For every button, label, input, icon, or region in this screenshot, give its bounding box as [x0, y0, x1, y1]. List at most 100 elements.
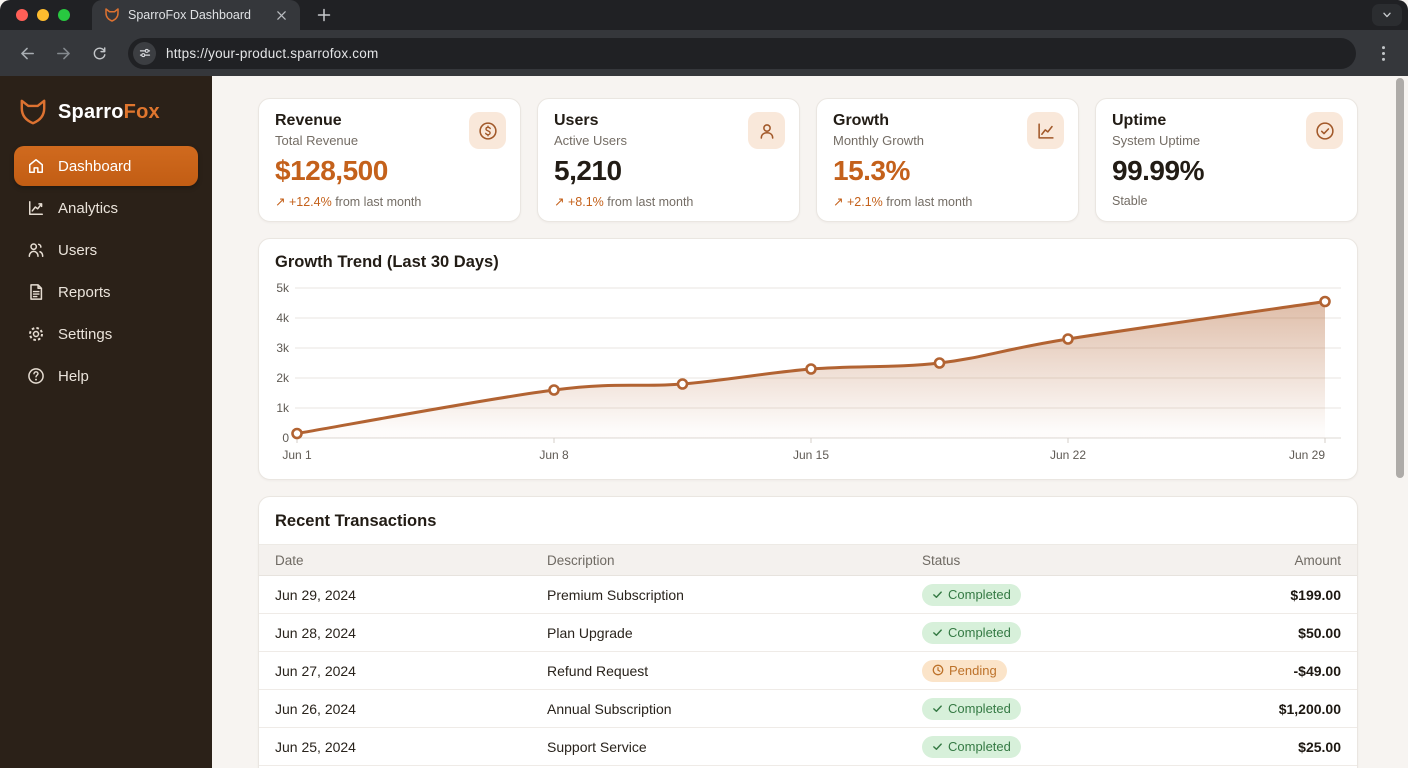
- back-button[interactable]: [12, 38, 42, 68]
- minimize-window-button[interactable]: [37, 9, 49, 21]
- sidebar-item-reports[interactable]: Reports: [14, 272, 198, 312]
- brand-name: SparroFox: [58, 100, 160, 123]
- page-scrollbar-track[interactable]: [1395, 78, 1405, 766]
- stat-value: 15.3%: [833, 155, 910, 186]
- site-settings-icon[interactable]: [133, 41, 156, 65]
- transaction-date: Jun 27, 2024: [275, 662, 356, 679]
- app-content: SparroFox Dashboard Analytics Users Reports…: [0, 76, 1408, 768]
- transaction-date: Jun 26, 2024: [275, 700, 356, 717]
- close-window-button[interactable]: [16, 9, 28, 21]
- table-row: Jun 27, 2024 Refund Request Pending -$49…: [259, 652, 1357, 690]
- stat-card-revenue: Revenue Total Revenue $128,500 ↗ +12.4% …: [258, 98, 521, 222]
- trend-up-arrow-icon: ↗: [833, 195, 844, 209]
- transaction-description: Refund Request: [547, 662, 649, 679]
- chart-data-point: [1062, 333, 1074, 345]
- column-header-status: Status: [922, 552, 961, 568]
- tab-close-icon[interactable]: [272, 6, 290, 24]
- dollar-circle-icon: [469, 112, 506, 149]
- chart-data-point: [1319, 295, 1331, 308]
- growth-trend-card: Growth Trend (Last 30 Days) 0 1k 2k 3k 4k 5k J…: [258, 238, 1358, 480]
- fox-icon: [18, 98, 48, 126]
- check-circle-icon: [1306, 112, 1343, 149]
- transaction-description: Annual Subscription: [547, 700, 672, 717]
- reload-button[interactable]: [84, 38, 114, 68]
- status-badge: Pending: [922, 659, 1007, 682]
- chart-data-point: [933, 357, 946, 369]
- zoom-window-button[interactable]: [58, 9, 70, 21]
- transaction-amount: $1,200.00: [1278, 700, 1341, 717]
- address-bar[interactable]: https://your-product.sparrofox.com: [128, 37, 1356, 69]
- window-controls: [0, 9, 86, 21]
- stat-delta: ↗ +2.1% from last month: [833, 195, 973, 209]
- tab-strip: SparroFox Dashboard: [0, 0, 1408, 30]
- tab-title: SparroFox Dashboard: [128, 8, 251, 22]
- check-icon: [932, 589, 943, 600]
- transaction-description: Premium Subscription: [547, 586, 684, 603]
- svg-text:Jun 22: Jun 22: [1050, 448, 1086, 462]
- browser-window: { "browser": { "tab_title": "SparroFox D…: [0, 0, 1408, 768]
- transaction-date: Jun 29, 2024: [275, 586, 356, 603]
- stat-card-users: Users Active Users 5,210 ↗ +8.1% from la…: [537, 98, 800, 222]
- stat-delta: ↗ +12.4% from last month: [275, 195, 422, 209]
- clock-icon: [932, 664, 944, 676]
- stat-value: 5,210: [554, 155, 622, 186]
- trend-icon: [1027, 112, 1064, 149]
- main-content: Revenue Total Revenue $128,500 ↗ +12.4% …: [212, 76, 1408, 768]
- new-tab-button[interactable]: [312, 3, 336, 27]
- transaction-date: Jun 28, 2024: [275, 624, 356, 641]
- svg-text:5k: 5k: [276, 281, 290, 295]
- svg-text:Jun 8: Jun 8: [539, 448, 569, 462]
- browser-menu-icon[interactable]: [1370, 40, 1396, 66]
- help-icon: [26, 366, 46, 386]
- transaction-amount: $50.00: [1298, 624, 1341, 641]
- sidebar-item-help[interactable]: Help: [14, 356, 198, 396]
- browser-tab[interactable]: SparroFox Dashboard: [92, 0, 300, 30]
- column-header-amount: Amount: [1294, 552, 1341, 568]
- status-badge: Completed: [922, 735, 1021, 758]
- transaction-date: Jun 25, 2024: [275, 738, 356, 755]
- browser-toolbar: https://your-product.sparrofox.com: [0, 30, 1408, 76]
- sidebar-item-analytics[interactable]: Analytics: [14, 188, 198, 228]
- chart-title: Growth Trend (Last 30 Days): [275, 253, 499, 271]
- sidebar-item-label: Settings: [58, 325, 113, 343]
- page-scrollbar-thumb[interactable]: [1396, 78, 1404, 478]
- stat-card-uptime: Uptime System Uptime 99.99% Stable: [1095, 98, 1358, 222]
- home-icon: [26, 156, 46, 176]
- sidebar-nav: Dashboard Analytics Users Reports Settings He…: [14, 146, 198, 396]
- stat-value: 99.99%: [1112, 155, 1204, 186]
- chart-data-point: [548, 384, 560, 396]
- svg-text:Jun 29: Jun 29: [1289, 448, 1325, 462]
- column-header-description: Description: [547, 552, 615, 568]
- sidebar-item-label: Users: [58, 241, 98, 259]
- stat-delta: Stable: [1112, 194, 1148, 208]
- stat-card-growth: Growth Monthly Growth 15.3% ↗ +2.1% from…: [816, 98, 1079, 222]
- sidebar-item-label: Analytics: [58, 199, 119, 217]
- sidebar-item-label: Reports: [58, 283, 111, 301]
- svg-text:1k: 1k: [276, 401, 290, 415]
- stat-value: $128,500: [275, 155, 388, 186]
- table-row: Jun 28, 2024 Plan Upgrade Completed $50.…: [259, 614, 1357, 652]
- svg-text:2k: 2k: [276, 371, 290, 385]
- sidebar: SparroFox Dashboard Analytics Users Reports…: [0, 76, 212, 768]
- sidebar-item-settings[interactable]: Settings: [14, 314, 198, 354]
- sidebar-item-dashboard[interactable]: Dashboard: [14, 146, 198, 186]
- transactions-title: Recent Transactions: [275, 512, 437, 530]
- svg-text:Jun 15: Jun 15: [793, 448, 829, 462]
- table-row: Jun 29, 2024 Premium Subscription Comple…: [259, 576, 1357, 614]
- transaction-description: Plan Upgrade: [547, 624, 633, 641]
- chart-data-point: [676, 378, 689, 390]
- tab-search-chevron-button[interactable]: [1372, 4, 1402, 26]
- transaction-amount: -$49.00: [1293, 662, 1341, 679]
- analytics-icon: [26, 198, 46, 218]
- brand-logo: SparroFox: [14, 96, 198, 128]
- growth-trend-chart: 0 1k 2k 3k 4k 5k Jun 1 Jun 8 Jun 15 Jun 22 Jun 29: [275, 280, 1341, 468]
- sidebar-item-label: Dashboard: [58, 157, 132, 175]
- trend-up-arrow-icon: ↗: [275, 195, 286, 209]
- trend-up-arrow-icon: ↗: [554, 195, 565, 209]
- forward-button[interactable]: [48, 38, 78, 68]
- url-text[interactable]: https://your-product.sparrofox.com: [166, 46, 378, 61]
- sidebar-item-users[interactable]: Users: [14, 230, 198, 270]
- users-icon: [26, 240, 46, 260]
- status-badge: Completed: [922, 697, 1021, 720]
- transactions-header-row: Date Description Status Amount: [259, 544, 1357, 576]
